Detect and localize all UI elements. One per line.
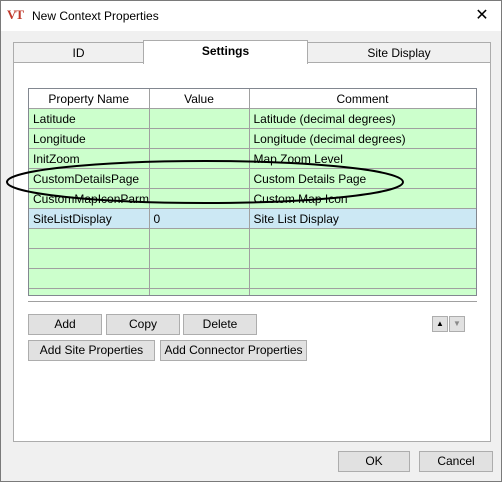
- cell-comment[interactable]: Map Zoom Level: [249, 148, 476, 169]
- cell-value[interactable]: [149, 148, 250, 169]
- cell-comment[interactable]: Latitude (decimal degrees): [249, 108, 476, 129]
- cell-value[interactable]: [149, 108, 250, 129]
- divider: [28, 301, 477, 302]
- empty-cell[interactable]: [249, 288, 476, 295]
- empty-row[interactable]: [29, 228, 476, 249]
- copy-button[interactable]: Copy: [106, 314, 180, 335]
- empty-cell[interactable]: [29, 228, 150, 249]
- dialog-window: VT New Context Properties ✕ ID Settings …: [0, 0, 502, 482]
- empty-cell[interactable]: [149, 228, 250, 249]
- table-row[interactable]: CustomMapIconParm Custom Map Icon: [29, 188, 476, 209]
- table-row[interactable]: CustomDetailsPage Custom Details Page: [29, 168, 476, 189]
- cell-comment[interactable]: Custom Details Page: [249, 168, 476, 189]
- cell-value[interactable]: [149, 188, 250, 209]
- empty-cell[interactable]: [249, 248, 476, 269]
- empty-cell[interactable]: [149, 268, 250, 289]
- ok-button[interactable]: OK: [338, 451, 410, 472]
- table-row[interactable]: Longitude Longitude (decimal degrees): [29, 128, 476, 149]
- cell-value[interactable]: 0: [149, 208, 250, 229]
- empty-cell[interactable]: [29, 248, 150, 269]
- table-header-row: Property Name Value Comment: [29, 89, 476, 109]
- empty-cell[interactable]: [149, 288, 250, 295]
- move-up-button[interactable]: ▲: [432, 316, 448, 332]
- empty-row[interactable]: [29, 268, 476, 289]
- settings-panel: Property Name Value Comment Latitude Lat…: [13, 62, 491, 442]
- cell-comment[interactable]: Site List Display: [249, 208, 476, 229]
- table-row[interactable]: Latitude Latitude (decimal degrees): [29, 108, 476, 129]
- table-row-selected[interactable]: SiteListDisplay 0 Site List Display: [29, 208, 476, 229]
- close-button[interactable]: ✕: [471, 6, 493, 26]
- app-logo-icon: VT: [7, 7, 24, 22]
- tab-strip: ID Settings Site Display: [13, 40, 491, 64]
- empty-row[interactable]: [29, 288, 476, 295]
- cell-property-name[interactable]: InitZoom: [29, 148, 150, 169]
- cell-value[interactable]: [149, 128, 250, 149]
- window-title: New Context Properties: [32, 9, 159, 23]
- column-header-comment[interactable]: Comment: [249, 89, 476, 109]
- up-arrow-icon: ▲: [436, 319, 444, 328]
- properties-table: Property Name Value Comment Latitude Lat…: [29, 89, 476, 295]
- empty-cell[interactable]: [29, 288, 150, 295]
- add-connector-properties-button[interactable]: Add Connector Properties: [160, 340, 307, 361]
- empty-cell[interactable]: [249, 228, 476, 249]
- table-row[interactable]: InitZoom Map Zoom Level: [29, 148, 476, 169]
- add-site-properties-button[interactable]: Add Site Properties: [28, 340, 155, 361]
- cell-property-name[interactable]: CustomMapIconParm: [29, 188, 150, 209]
- column-header-property-name[interactable]: Property Name: [29, 89, 150, 109]
- delete-button[interactable]: Delete: [183, 314, 257, 335]
- empty-cell[interactable]: [249, 268, 476, 289]
- cell-property-name[interactable]: CustomDetailsPage: [29, 168, 150, 189]
- down-arrow-icon: ▼: [453, 319, 461, 328]
- cell-comment[interactable]: Custom Map Icon: [249, 188, 476, 209]
- cell-property-name[interactable]: SiteListDisplay: [29, 208, 150, 229]
- cell-value[interactable]: [149, 168, 250, 189]
- tab-settings[interactable]: Settings: [143, 40, 308, 64]
- move-down-button[interactable]: ▼: [449, 316, 465, 332]
- title-bar: VT New Context Properties ✕: [1, 1, 501, 31]
- empty-cell[interactable]: [149, 248, 250, 269]
- cell-comment[interactable]: Longitude (decimal degrees): [249, 128, 476, 149]
- tab-id[interactable]: ID: [13, 42, 144, 63]
- empty-row[interactable]: [29, 248, 476, 269]
- properties-grid[interactable]: Property Name Value Comment Latitude Lat…: [28, 88, 477, 296]
- cell-property-name[interactable]: Longitude: [29, 128, 150, 149]
- add-button[interactable]: Add: [28, 314, 102, 335]
- cancel-button[interactable]: Cancel: [419, 451, 493, 472]
- column-header-value[interactable]: Value: [149, 89, 250, 109]
- empty-cell[interactable]: [29, 268, 150, 289]
- cell-property-name[interactable]: Latitude: [29, 108, 150, 129]
- tab-site-display[interactable]: Site Display: [307, 42, 491, 63]
